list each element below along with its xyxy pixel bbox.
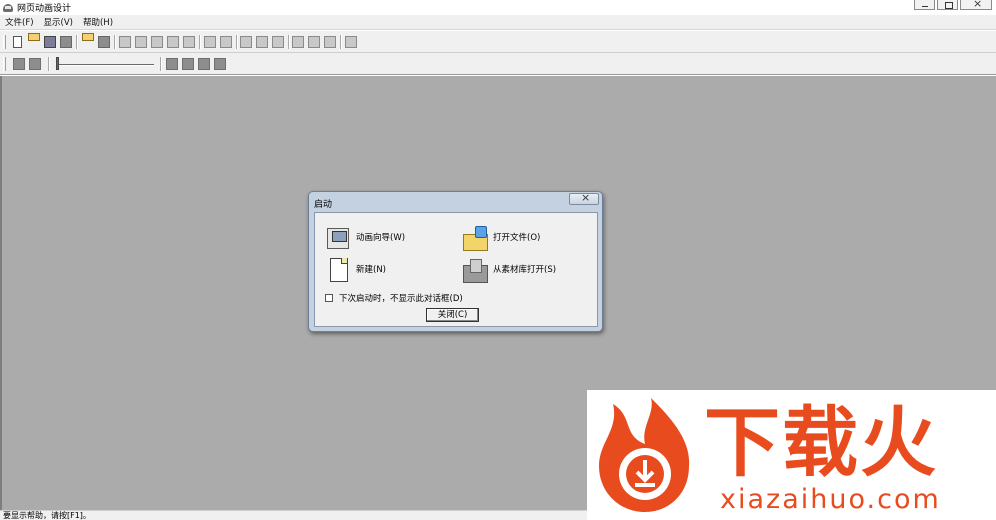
dont-show-checkbox[interactable]: [325, 294, 333, 302]
library-icon[interactable]: [462, 257, 488, 283]
toolbar-separator: [288, 35, 290, 49]
toolbar-separator: [340, 35, 342, 49]
window-controls: [912, 0, 992, 10]
undo-icon[interactable]: [204, 36, 216, 48]
dialog-close-button[interactable]: [569, 191, 599, 205]
dialog-body: 动画向导(W) 打开文件(O) 新建(N) 从素材库打开(S) 下次启动时，不显…: [314, 212, 598, 327]
option-new-label[interactable]: 新建(N): [356, 263, 386, 275]
cut-icon[interactable]: [119, 36, 131, 48]
toolbar-separator: [160, 57, 162, 71]
title-bar: 网页动画设计: [0, 0, 996, 15]
menu-file[interactable]: 文件(F): [0, 16, 39, 28]
last-frame-button[interactable]: [214, 58, 226, 70]
prev-frame-button[interactable]: [182, 58, 194, 70]
open-file-icon[interactable]: [28, 33, 40, 41]
toolbar-grip[interactable]: [3, 57, 6, 71]
dialog-title: 启动: [314, 200, 333, 210]
timeline-slider-thumb[interactable]: [56, 57, 59, 70]
pen-icon[interactable]: [345, 36, 357, 48]
option-open-file[interactable]: 打开文件(O): [462, 223, 540, 251]
option-library[interactable]: 从素材库打开(S): [462, 255, 556, 283]
option-wizard[interactable]: 动画向导(W): [325, 223, 405, 251]
frame-icon[interactable]: [240, 36, 252, 48]
copy-icon[interactable]: [135, 36, 147, 48]
image-icon[interactable]: [292, 36, 304, 48]
minimize-button[interactable]: [914, 0, 935, 10]
toolbar-separator: [48, 57, 50, 71]
new-document-icon[interactable]: [325, 257, 350, 282]
flame-logo-icon: [599, 398, 690, 512]
close-button[interactable]: 关闭(C): [426, 308, 479, 322]
toolbar-grip[interactable]: [3, 35, 6, 49]
menu-bar: 文件(F) 显示(V) 帮助(H): [0, 15, 996, 30]
maximize-button[interactable]: [937, 0, 958, 10]
erase-icon[interactable]: [167, 36, 179, 48]
next-frame-button[interactable]: [198, 58, 210, 70]
table-icon[interactable]: [256, 36, 268, 48]
option-new[interactable]: 新建(N): [325, 255, 386, 283]
menu-view[interactable]: 显示(V): [39, 16, 78, 28]
toolbar-separator: [76, 35, 78, 49]
stop-button[interactable]: [29, 58, 41, 70]
wizard-icon[interactable]: [325, 225, 350, 250]
window-title: 网页动画设计: [17, 4, 72, 14]
watermark-cn-text: 下载火: [704, 398, 938, 487]
option-wizard-label[interactable]: 动画向导(W): [356, 231, 405, 243]
play-button[interactable]: [13, 58, 25, 70]
main-toolbar: [0, 31, 996, 53]
status-text: 要显示帮助，请按[F1]。: [3, 511, 91, 520]
option-library-label[interactable]: 从素材库打开(S): [493, 263, 556, 275]
watermark-en-text: xiazaihuo.com: [720, 484, 941, 515]
redo-icon[interactable]: [220, 36, 232, 48]
app-icon: [2, 2, 14, 14]
save-icon[interactable]: [44, 36, 56, 48]
toolbar-separator: [114, 35, 116, 49]
new-file-icon[interactable]: [13, 36, 22, 48]
dont-show-row[interactable]: 下次启动时，不显示此对话框(D): [325, 292, 463, 304]
text-box-icon[interactable]: [272, 36, 284, 48]
option-open-file-label[interactable]: 打开文件(O): [493, 231, 540, 243]
save-all-icon[interactable]: [60, 36, 72, 48]
image-edit-icon[interactable]: [308, 36, 320, 48]
duplicate-icon[interactable]: [183, 36, 195, 48]
timeline-slider[interactable]: [58, 64, 154, 66]
first-frame-button[interactable]: [166, 58, 178, 70]
close-window-button[interactable]: [960, 0, 992, 10]
open-folder-icon[interactable]: [462, 225, 488, 251]
watermark: 下载火 xiazaihuo.com: [587, 390, 996, 520]
menu-help[interactable]: 帮助(H): [78, 16, 118, 28]
dont-show-label[interactable]: 下次启动时，不显示此对话框(D): [339, 292, 463, 304]
paste-icon[interactable]: [151, 36, 163, 48]
export-icon[interactable]: [98, 36, 110, 48]
import-icon[interactable]: [82, 33, 94, 41]
toolbar-separator: [199, 35, 201, 49]
toolbar-separator: [236, 35, 238, 49]
startup-dialog: 启动 动画向导(W) 打开文件(O) 新建(N) 从素材库打开(S) 下次启动时…: [308, 191, 603, 332]
text-effect-icon[interactable]: [324, 36, 336, 48]
